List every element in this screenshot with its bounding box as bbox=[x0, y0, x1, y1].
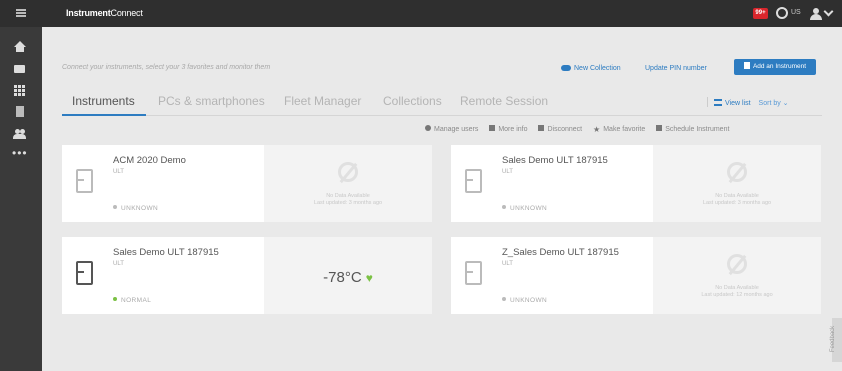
tab-remote-session[interactable]: Remote Session bbox=[460, 94, 548, 108]
last-updated-text: Last updated: 3 months ago bbox=[313, 200, 383, 206]
no-data-text: No Data Available bbox=[326, 193, 370, 199]
card-status: UNKNOWN bbox=[502, 205, 547, 212]
no-data-icon bbox=[338, 162, 358, 182]
tab-fleet-manager[interactable]: Fleet Manager bbox=[284, 94, 361, 108]
make-favorite-label: Make favorite bbox=[603, 126, 646, 133]
cloud-icon bbox=[561, 65, 571, 71]
more-info-action[interactable]: More info bbox=[489, 125, 528, 133]
disconnect-action[interactable]: Disconnect bbox=[538, 125, 582, 133]
more-info-label: More info bbox=[498, 126, 528, 133]
add-instrument-label: Add an Instrument bbox=[752, 63, 807, 70]
last-updated-text: Last updated: 12 months ago bbox=[701, 292, 773, 298]
card-type: ULT bbox=[502, 261, 513, 267]
grid-icon[interactable] bbox=[13, 84, 27, 96]
manage-users-action[interactable]: Manage users bbox=[425, 125, 478, 133]
tab-collections[interactable]: Collections bbox=[383, 94, 442, 108]
disconnect-icon bbox=[538, 125, 545, 131]
card-type: ULT bbox=[502, 169, 513, 175]
last-updated-text: Last updated: 3 months ago bbox=[702, 200, 772, 206]
view-list-link[interactable]: View list bbox=[725, 100, 751, 107]
freezer-icon bbox=[76, 169, 93, 193]
temperature-readout: -78°C ♥ bbox=[264, 269, 432, 286]
temperature-value: -78°C bbox=[323, 269, 362, 286]
card-title: Sales Demo ULT 187915 bbox=[502, 155, 608, 166]
card-type: ULT bbox=[113, 261, 124, 267]
no-data-text: No Data Available bbox=[715, 285, 759, 291]
top-bar: InstrumentConnect 99+ US bbox=[0, 0, 842, 27]
card-data-panel: No Data Available Last updated: 12 month… bbox=[653, 237, 821, 314]
card-status: UNKNOWN bbox=[113, 205, 158, 212]
card-title: Sales Demo ULT 187915 bbox=[113, 247, 219, 258]
freezer-icon bbox=[465, 261, 482, 285]
instrument-card[interactable]: Sales Demo ULT 187915 ULT UNKNOWN No Dat… bbox=[451, 145, 821, 222]
schedule-instrument-label: Schedule Instrument bbox=[665, 126, 730, 133]
document-icon[interactable] bbox=[13, 106, 27, 118]
instrument-card[interactable]: ACM 2020 Demo ULT UNKNOWN No Data Availa… bbox=[62, 145, 432, 222]
new-collection-link[interactable]: New Collection bbox=[561, 65, 621, 72]
card-title: ACM 2020 Demo bbox=[113, 155, 186, 166]
status-dot-icon bbox=[502, 205, 506, 209]
heart-icon: ♥ bbox=[365, 271, 373, 285]
schedule-instrument-action[interactable]: Schedule Instrument bbox=[656, 125, 729, 133]
status-label: UNKNOWN bbox=[510, 297, 548, 304]
make-favorite-action[interactable]: ★ Make favorite bbox=[593, 125, 645, 134]
active-tab-indicator bbox=[62, 114, 146, 116]
tab-bar: Instruments PCs & smartphones Fleet Mana… bbox=[62, 94, 822, 116]
manage-users-label: Manage users bbox=[434, 126, 479, 133]
sort-by-dropdown[interactable]: Sort by ⌄ bbox=[759, 100, 789, 107]
more-icon[interactable]: ••• bbox=[12, 147, 27, 160]
status-label: NORMAL bbox=[121, 297, 152, 304]
hamburger-menu-icon[interactable] bbox=[16, 9, 26, 17]
home-icon[interactable] bbox=[13, 41, 27, 53]
notification-icon[interactable]: 99+ bbox=[753, 8, 768, 19]
action-bar: Manage users More info Disconnect ★ Make … bbox=[425, 125, 738, 134]
folder-icon[interactable] bbox=[13, 63, 27, 75]
language-label[interactable]: US bbox=[791, 9, 801, 16]
new-collection-label: New Collection bbox=[574, 65, 621, 72]
feedback-label: Feedback bbox=[830, 325, 837, 353]
status-dot-icon bbox=[113, 297, 117, 301]
status-label: UNKNOWN bbox=[121, 205, 159, 212]
calendar-icon bbox=[656, 125, 663, 131]
chevron-down-icon[interactable] bbox=[823, 6, 834, 17]
user-icon[interactable] bbox=[810, 8, 822, 20]
brand-bold: Instrument bbox=[66, 8, 111, 18]
add-instrument-button[interactable]: Add an Instrument bbox=[734, 59, 816, 75]
freezer-icon bbox=[76, 261, 93, 285]
gear-icon bbox=[425, 125, 431, 131]
view-controls: View list Sort by ⌄ bbox=[707, 97, 789, 107]
divider bbox=[707, 97, 708, 107]
brand-logo[interactable]: InstrumentConnect bbox=[66, 8, 143, 18]
card-data-panel: No Data Available Last updated: 3 months… bbox=[653, 145, 821, 222]
list-icon bbox=[714, 99, 722, 106]
tab-pcs-smartphones[interactable]: PCs & smartphones bbox=[158, 94, 265, 108]
card-status: UNKNOWN bbox=[502, 297, 547, 304]
users-icon[interactable] bbox=[13, 128, 27, 140]
card-data-panel: -78°C ♥ bbox=[264, 237, 432, 314]
no-data-icon bbox=[727, 254, 747, 274]
intro-text: Connect your instruments, select your 3 … bbox=[62, 64, 271, 71]
sidebar: ••• bbox=[0, 27, 42, 371]
info-icon bbox=[489, 125, 496, 131]
update-pin-link[interactable]: Update PIN number bbox=[645, 65, 707, 72]
disconnect-label: Disconnect bbox=[547, 126, 583, 133]
card-status: NORMAL bbox=[113, 297, 151, 304]
tab-instruments[interactable]: Instruments bbox=[72, 94, 135, 108]
star-icon: ★ bbox=[593, 125, 601, 134]
instrument-card[interactable]: Sales Demo ULT 187915 ULT NORMAL -78°C ♥ bbox=[62, 237, 432, 314]
instrument-card[interactable]: Z_Sales Demo ULT 187915 ULT UNKNOWN No D… bbox=[451, 237, 821, 314]
freezer-icon bbox=[465, 169, 482, 193]
feedback-tab[interactable]: Feedback bbox=[830, 318, 842, 362]
no-data-text: No Data Available bbox=[715, 193, 759, 199]
no-data-icon bbox=[727, 162, 747, 182]
status-dot-icon bbox=[113, 205, 117, 209]
instrument-icon bbox=[743, 62, 750, 69]
card-type: ULT bbox=[113, 169, 124, 175]
card-title: Z_Sales Demo ULT 187915 bbox=[502, 247, 619, 258]
status-dot-icon bbox=[502, 297, 506, 301]
status-label: UNKNOWN bbox=[510, 205, 548, 212]
card-data-panel: No Data Available Last updated: 3 months… bbox=[264, 145, 432, 222]
globe-icon[interactable] bbox=[776, 7, 788, 19]
brand-light: Connect bbox=[110, 8, 143, 18]
